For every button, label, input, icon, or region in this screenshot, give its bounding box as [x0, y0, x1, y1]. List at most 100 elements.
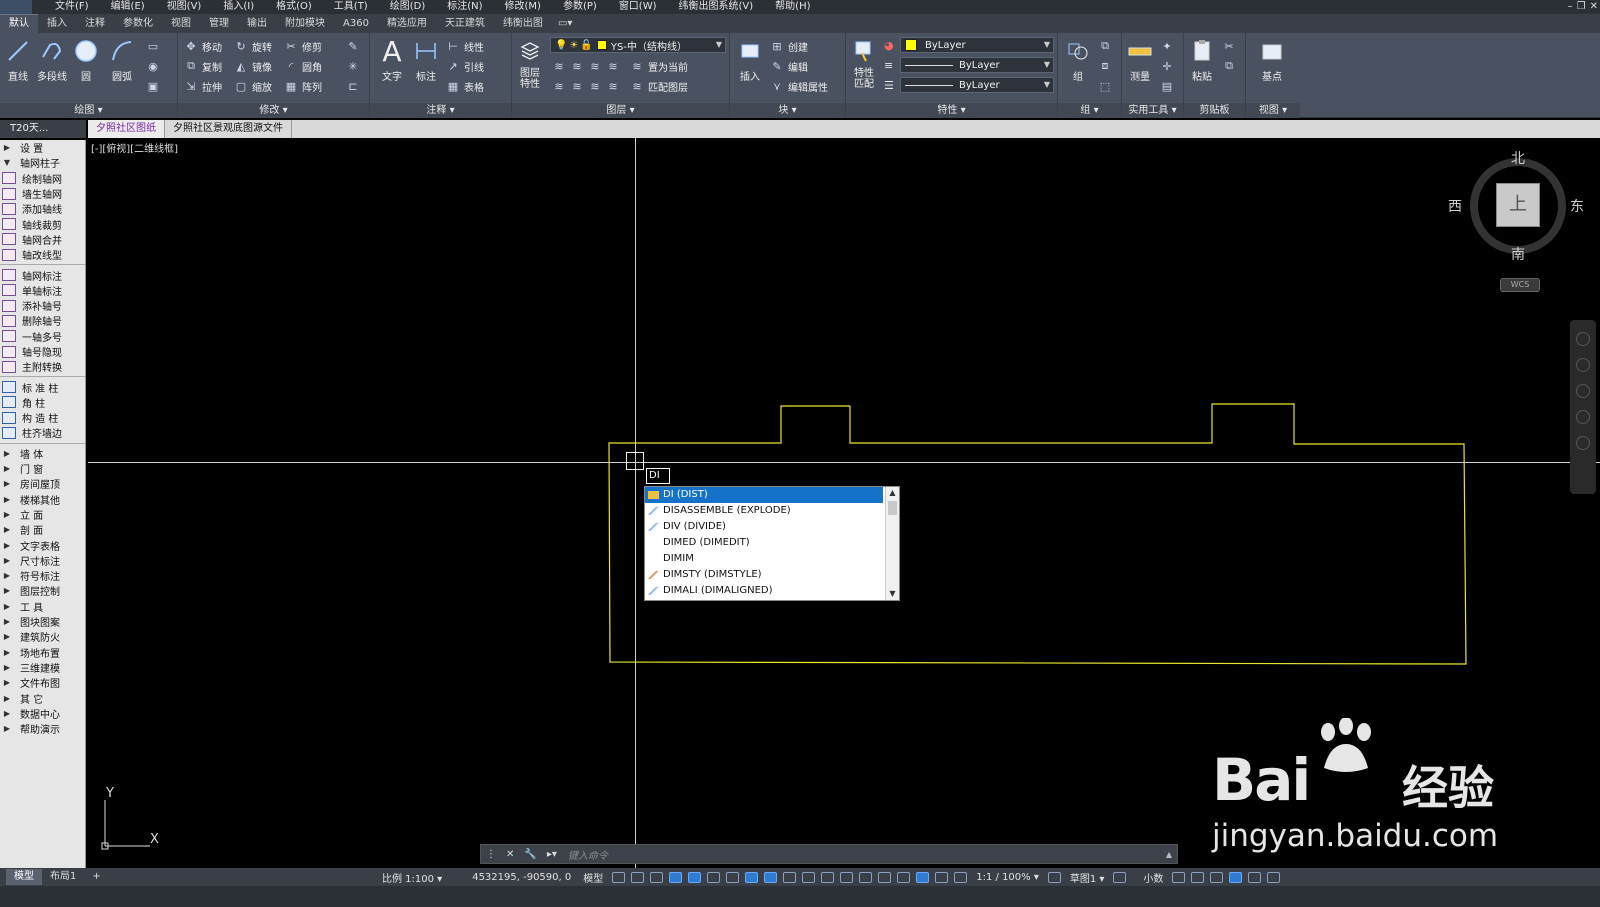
customization-icon[interactable]: [1267, 871, 1281, 883]
units-readout[interactable]: 小数: [1137, 870, 1169, 885]
menu-item[interactable]: 文件(F): [44, 0, 100, 14]
gizmo-icon[interactable]: [897, 871, 911, 883]
hardware-acceleration-icon[interactable]: [1229, 871, 1243, 883]
view-panel-title[interactable]: 视图 ▾: [1246, 103, 1300, 118]
layer-unisolate-icon[interactable]: ≋: [570, 79, 584, 93]
quick-properties-icon[interactable]: [1172, 871, 1186, 883]
array-button[interactable]: ▦ 阵列: [284, 77, 322, 95]
insert-block-tool[interactable]: 插入: [732, 37, 768, 83]
compass-north[interactable]: 北: [1511, 148, 1525, 168]
viewcube[interactable]: 上 北 南 西 东 WCS: [1448, 146, 1584, 292]
ortho-icon[interactable]: [688, 871, 702, 883]
palette-category[interactable]: ▼ 轴网柱子: [0, 155, 85, 170]
polyline-tool[interactable]: 多段线: [34, 37, 70, 83]
showmotion-icon[interactable]: [1576, 436, 1590, 450]
palette-tool-item[interactable]: 柱齐墙边: [0, 425, 85, 440]
palette-category[interactable]: ▶ 房间屋顶: [0, 476, 85, 491]
menu-item[interactable]: 编辑(E): [100, 0, 156, 14]
palette-tool-item[interactable]: 墙生轴网: [0, 186, 85, 201]
dynamic-input[interactable]: DI: [646, 468, 670, 484]
isolate-objects-icon[interactable]: [1210, 871, 1224, 883]
pan-icon[interactable]: [1576, 358, 1590, 372]
palette-category[interactable]: ▶ 文字表格: [0, 537, 85, 553]
quick-select-icon[interactable]: ✦: [1160, 37, 1174, 55]
palette-category[interactable]: ▶ 图层控制: [0, 583, 85, 598]
ribbon-tab[interactable]: 附加模块: [276, 15, 334, 33]
zoom-extents-icon[interactable]: [1576, 384, 1590, 398]
menu-item[interactable]: 参数(P): [552, 0, 608, 14]
palette-category[interactable]: ▶ 数据中心: [0, 706, 85, 721]
scroll-down-icon[interactable]: ▼: [886, 588, 899, 600]
layout-tab[interactable]: 模型: [6, 869, 42, 885]
group-tool[interactable]: 组: [1060, 37, 1096, 83]
3d-osnap-icon[interactable]: [840, 871, 854, 883]
dynamic-input-icon[interactable]: [669, 871, 683, 883]
workspace-switch[interactable]: 草图1 ▾: [1064, 870, 1111, 885]
offset-button[interactable]: ⊏: [346, 77, 360, 95]
viewcube-top-face[interactable]: 上: [1496, 183, 1540, 227]
object-snap-icon[interactable]: [764, 871, 778, 883]
groups-panel-title[interactable]: 组 ▾: [1058, 103, 1121, 118]
orbit-icon[interactable]: [1576, 410, 1590, 424]
close-cmdline-icon[interactable]: ✕: [501, 849, 519, 860]
linear-dim-button[interactable]: ⊢ 线性: [446, 37, 484, 55]
layer-off-icon[interactable]: ≋: [552, 59, 566, 73]
steering-wheel-icon[interactable]: [1576, 332, 1590, 346]
command-line[interactable]: ⋮ ✕ 🔧 ▸▾ 键入命令 ▲: [480, 844, 1178, 864]
recent-commands-icon[interactable]: ▸▾: [542, 849, 562, 860]
annotation-visibility-icon[interactable]: [916, 871, 930, 883]
palette-category[interactable]: ▶ 三维建模: [0, 660, 85, 675]
hatch-tool[interactable]: ◉: [146, 57, 160, 75]
object-snap-tracking-icon[interactable]: [745, 871, 759, 883]
palette-tool-item[interactable]: 轴网标注: [0, 267, 85, 283]
base-point-tool[interactable]: 基点: [1254, 37, 1290, 83]
clean-screen-icon[interactable]: [1248, 871, 1262, 883]
palette-category[interactable]: ▶ 门 窗: [0, 461, 85, 476]
trim-button[interactable]: ✂ 修剪: [284, 37, 322, 55]
palette-tool-item[interactable]: 删除轴号: [0, 313, 85, 328]
palette-category[interactable]: ▶ 工 具: [0, 599, 85, 614]
explode-button[interactable]: ✳: [346, 57, 360, 75]
match-layer-button[interactable]: ≋ 匹配图层: [630, 77, 688, 95]
palette-category[interactable]: ▶ 符号标注: [0, 568, 85, 583]
palette-tool-item[interactable]: 绘制轴网: [0, 171, 85, 186]
menu-item[interactable]: 插入(I): [212, 0, 265, 14]
lineweight-dropdown[interactable]: ByLayer ▼: [900, 77, 1054, 93]
edit-attributes-button[interactable]: ⋎ 编辑属性: [770, 77, 828, 95]
layer-on-icon[interactable]: ≋: [552, 79, 566, 93]
lightbulb-icon[interactable]: 💡: [555, 40, 567, 51]
block-panel-title[interactable]: 块 ▾: [730, 103, 845, 118]
grid-icon[interactable]: [612, 871, 626, 883]
transparency-icon[interactable]: [802, 871, 816, 883]
properties-panel-title[interactable]: 特性 ▾: [846, 103, 1057, 118]
palette-tool-item[interactable]: 轴线裁剪: [0, 216, 85, 232]
palette-category[interactable]: ▶ 立 面: [0, 507, 85, 522]
leader-button[interactable]: ↗ 引线: [446, 57, 484, 75]
autocomplete-scrollbar[interactable]: ▲ ▼: [885, 487, 899, 600]
sun-icon[interactable]: ☀: [569, 40, 578, 51]
edit-block-button[interactable]: ✎ 编辑: [770, 57, 808, 75]
annotation-monitor-icon[interactable]: [1113, 871, 1127, 883]
ribbon-tab[interactable]: 注释: [76, 15, 114, 33]
ribbon-tab[interactable]: 纬衡出图: [494, 15, 552, 33]
layer-thaw-icon[interactable]: ≋: [588, 79, 602, 93]
menu-item[interactable]: 纬衡出图系统(V): [668, 0, 765, 14]
cut-icon[interactable]: ✂: [1222, 37, 1236, 55]
palette-tool-item[interactable]: 轴号隐现: [0, 344, 85, 359]
layout-tab[interactable]: 布局1: [42, 869, 84, 885]
scroll-up-icon[interactable]: ▲: [886, 487, 899, 499]
dimension-tool[interactable]: 标注: [408, 37, 444, 83]
camera-dropdown-icon[interactable]: ▭▾: [552, 15, 578, 33]
palette-tool-item[interactable]: 轴改线型: [0, 247, 85, 262]
autocomplete-item[interactable]: DIV (DIVIDE): [645, 519, 899, 535]
palette-category[interactable]: ▶ 楼梯其他: [0, 492, 85, 507]
autocomplete-item[interactable]: DIMALI (DIMALIGNED): [645, 583, 899, 599]
palette-tool-item[interactable]: 主附转换: [0, 359, 85, 374]
document-tab[interactable]: 夕照社区景观底图源文件: [165, 120, 292, 138]
menu-item[interactable]: 帮助(H): [764, 0, 821, 14]
palette-category[interactable]: ▶ 尺寸标注: [0, 553, 85, 568]
line-tool[interactable]: 直线: [0, 37, 36, 83]
annotation-scale[interactable]: 1:1 / 100% ▾: [970, 872, 1045, 883]
point-icon[interactable]: ✛: [1160, 57, 1174, 75]
palette-tool-item[interactable]: 添加轴线: [0, 201, 85, 216]
